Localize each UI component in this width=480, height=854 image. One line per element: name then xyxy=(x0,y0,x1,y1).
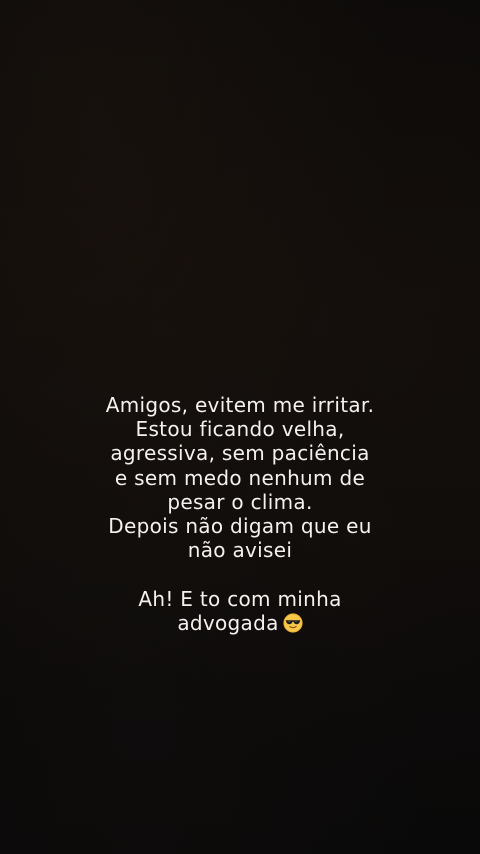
story-text: Amigos, evitem me irritar. Estou ficando… xyxy=(0,393,480,635)
story-screen[interactable]: Amigos, evitem me irritar. Estou ficando… xyxy=(0,0,480,854)
story-line: Estou ficando velha, xyxy=(135,417,345,442)
story-line: Depois não digam que eu xyxy=(108,514,372,539)
sunglasses-emoji-icon xyxy=(283,613,303,633)
story-line: pesar o clima. xyxy=(167,489,313,514)
story-line-with-emoji: advogada xyxy=(0,611,480,635)
story-line: Amigos, evitem me irritar. xyxy=(105,393,375,417)
story-line: e sem medo nenhum de xyxy=(114,465,366,490)
story-line: não avisei xyxy=(187,538,293,563)
story-line: Ah! E to com minha xyxy=(138,586,342,611)
story-line: advogada xyxy=(177,610,279,635)
story-line: agressiva, sem paciência xyxy=(110,441,370,466)
